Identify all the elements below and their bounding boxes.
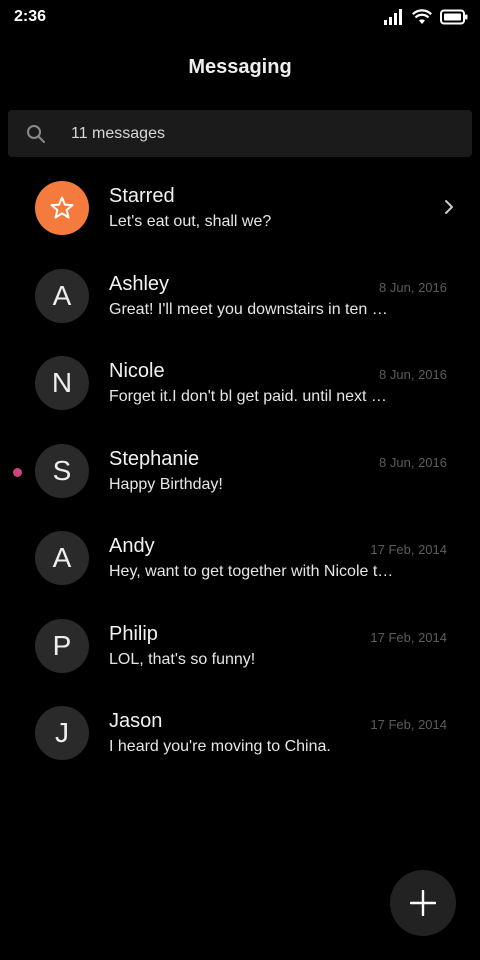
conversation-item-nicole[interactable]: N Nicole 8 Jun, 2016 Forget it.I don't b… <box>0 340 480 428</box>
starred-item[interactable]: Starred Let's eat out, shall we? <box>0 165 480 253</box>
battery-icon <box>440 9 468 25</box>
conversation-item-stephanie[interactable]: S Stephanie 8 Jun, 2016 Happy Birthday! <box>0 428 480 516</box>
contact-name: Nicole <box>109 360 165 382</box>
contact-name: Philip <box>109 622 158 645</box>
conversation-item-ashley[interactable]: A Ashley 8 Jun, 2016 Great! I'll meet yo… <box>0 253 480 341</box>
unread-indicator <box>13 467 22 477</box>
contact-name: Starred <box>109 185 175 207</box>
message-preview: Hey, want to get together with Nicole to… <box>109 563 394 580</box>
conversation-list: Starred Let's eat out, shall we? A Ashle… <box>0 165 480 778</box>
avatar: J <box>35 706 89 760</box>
status-time: 2:36 <box>14 8 47 25</box>
plus-icon <box>410 890 436 916</box>
message-date: 17 Feb, 2014 <box>370 542 447 557</box>
message-preview: Happy Birthday! <box>109 475 223 493</box>
page-title: Messaging <box>188 56 292 78</box>
message-date: 17 Feb, 2014 <box>370 629 447 645</box>
new-message-button[interactable] <box>390 870 456 936</box>
avatar: A <box>35 268 89 323</box>
contact-name: Andy <box>109 535 155 557</box>
message-date: 8 Jun, 2016 <box>379 367 447 382</box>
status-bar: 2:36 <box>0 0 480 36</box>
conversation-item-andy[interactable]: A Andy 17 Feb, 2014 Hey, want to get tog… <box>0 515 480 603</box>
conversation-item-philip[interactable]: P Philip 17 Feb, 2014 LOL, that's so fun… <box>0 603 480 691</box>
message-preview: Let's eat out, shall we? <box>109 213 272 230</box>
wifi-icon <box>412 9 432 25</box>
avatar: P <box>35 618 89 673</box>
star-icon <box>50 196 74 219</box>
search-icon <box>26 124 46 144</box>
message-date: 17 Feb, 2014 <box>370 717 447 732</box>
signal-icon <box>384 9 404 25</box>
search-bar[interactable] <box>8 110 472 157</box>
avatar: A <box>35 531 89 585</box>
contact-name: Stephanie <box>109 447 200 470</box>
contact-name: Jason <box>109 710 163 732</box>
starred-avatar <box>35 181 89 235</box>
chevron-right-icon <box>444 199 454 220</box>
message-preview: LOL, that's so funny! <box>109 650 256 668</box>
message-preview: Forget it.I don't bl get paid. until nex… <box>109 388 394 405</box>
status-icons <box>384 8 468 26</box>
conversation-item-jason[interactable]: J Jason 17 Feb, 2014 I heard you're movi… <box>0 690 480 778</box>
message-preview: Great! I'll meet you downstairs in ten m… <box>109 300 394 318</box>
avatar: N <box>35 356 89 410</box>
search-input[interactable] <box>63 110 453 157</box>
contact-name: Ashley <box>109 272 170 295</box>
avatar: S <box>35 443 89 498</box>
message-date: 8 Jun, 2016 <box>379 454 447 470</box>
message-date: 8 Jun, 2016 <box>379 279 447 295</box>
message-preview: I heard you're moving to China. <box>109 738 331 755</box>
